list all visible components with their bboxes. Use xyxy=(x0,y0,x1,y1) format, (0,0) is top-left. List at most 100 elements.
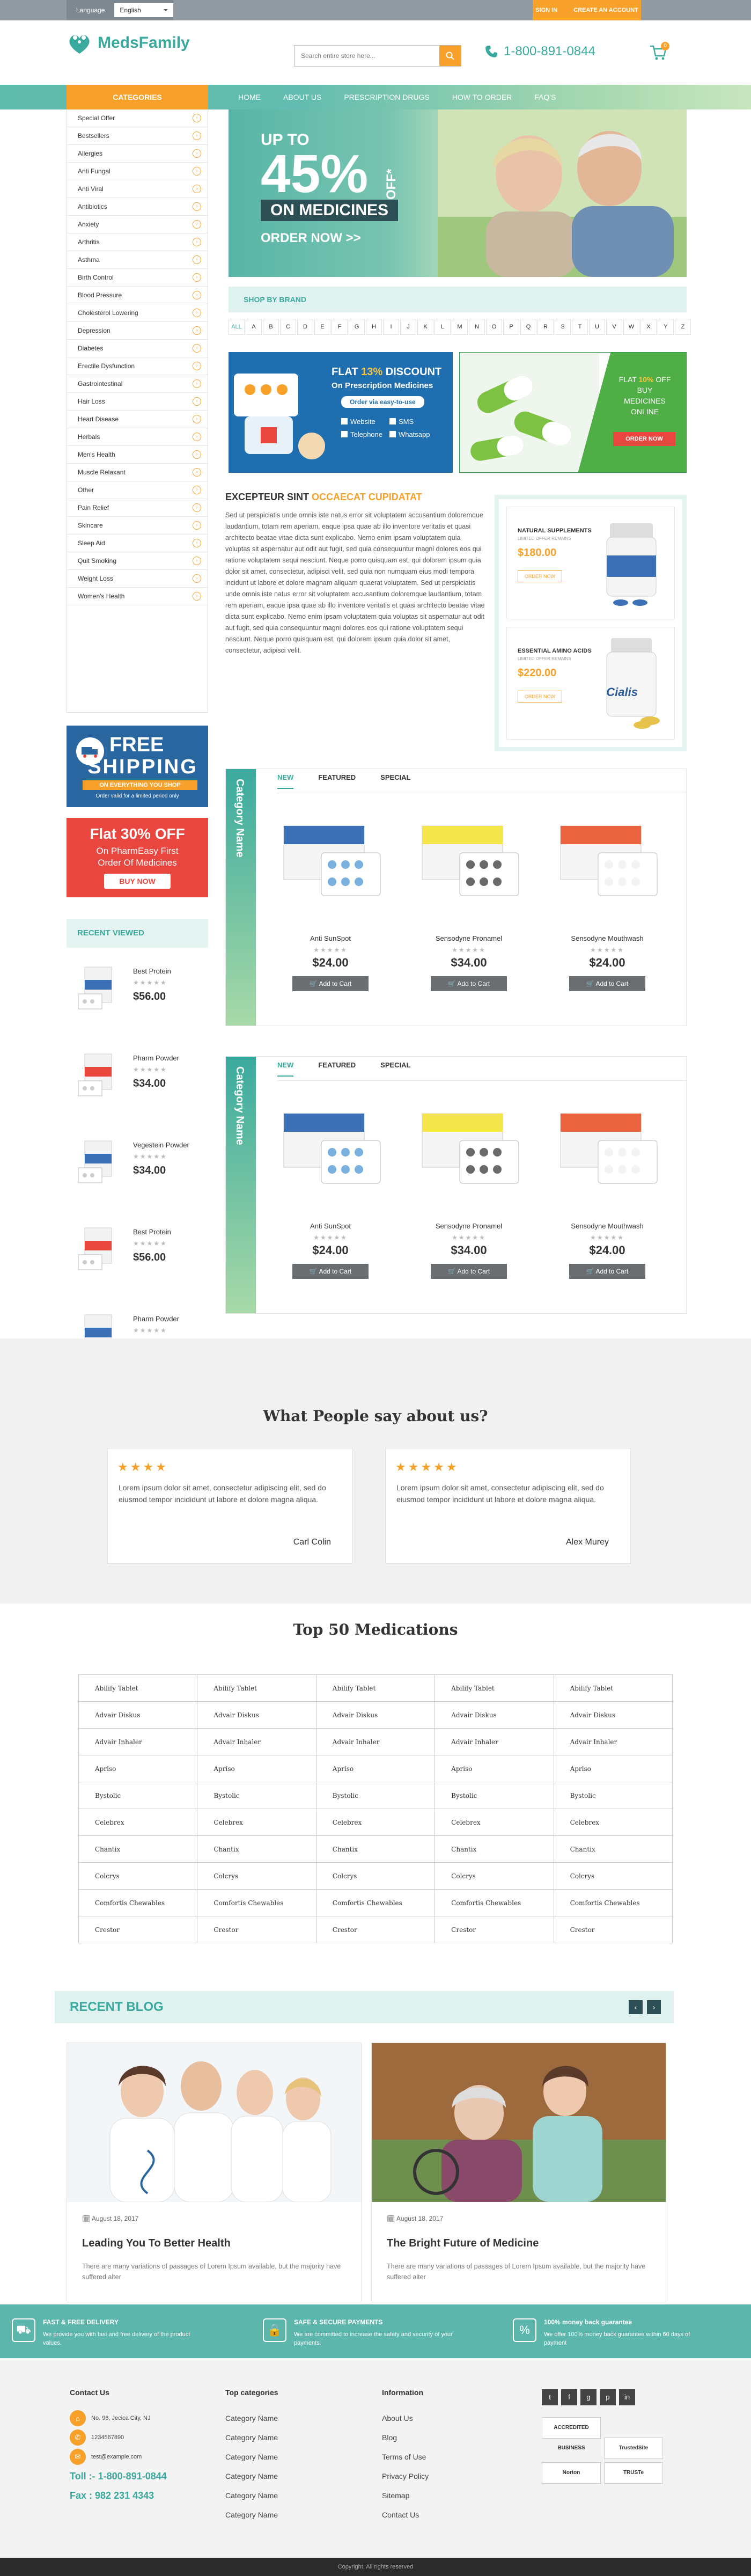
product-card[interactable]: Sensodyne Pronamel ★★★★★ $34.00 🛒 Add to Ca… xyxy=(411,815,526,1019)
category-tab[interactable]: FEATURED xyxy=(318,1061,356,1077)
medication-cell[interactable]: Chantix xyxy=(315,1835,436,1863)
brand-letter[interactable]: O xyxy=(486,319,502,335)
footer-category-link[interactable]: Category Name xyxy=(225,2486,278,2505)
sidebar-item[interactable]: Blood Pressure › xyxy=(67,287,208,304)
medication-cell[interactable]: Advair Diskus xyxy=(78,1701,198,1729)
product-card[interactable]: Sensodyne Pronamel ★★★★★ $34.00 🛒 Add to Ca… xyxy=(411,1103,526,1307)
flat13-banner[interactable]: FLAT 13% DISCOUNT On Prescription Medici… xyxy=(229,352,453,473)
sidebar-item[interactable]: Muscle Relaxant › xyxy=(67,464,208,481)
brand-letter[interactable]: Y xyxy=(658,319,674,335)
brand-letter[interactable]: V xyxy=(606,319,622,335)
medication-cell[interactable]: Chantix xyxy=(78,1835,198,1863)
sidebar-item[interactable]: Women's Health › xyxy=(67,588,208,605)
medication-cell[interactable]: Advair Inhaler xyxy=(315,1728,436,1755)
footer-category-link[interactable]: Category Name xyxy=(225,2467,278,2486)
medication-cell[interactable]: Celebrex xyxy=(315,1809,436,1836)
brand-letter[interactable]: K xyxy=(417,319,433,335)
brand-letter[interactable]: M xyxy=(452,319,468,335)
medication-cell[interactable]: Apriso xyxy=(315,1755,436,1782)
medication-cell[interactable]: Abilify Tablet xyxy=(78,1674,198,1702)
accredited-badge[interactable]: ACCREDITED BUSINESS xyxy=(542,2417,601,2451)
brand-letter[interactable]: N xyxy=(469,319,485,335)
recent-item[interactable]: Best Protein ★★★★★ $56.00 xyxy=(67,956,208,1026)
product-card[interactable]: Sensodyne Mouthwash ★★★★★ $24.00 🛒 Add to C… xyxy=(550,1103,665,1307)
medication-cell[interactable]: Comfortis Chewables xyxy=(197,1889,316,1916)
sidebar-item[interactable]: Diabetes › xyxy=(67,340,208,357)
medication-cell[interactable]: Comfortis Chewables xyxy=(315,1889,436,1916)
flat30-buy-button[interactable]: BUY NOW xyxy=(104,874,171,889)
brand-letter[interactable]: B xyxy=(263,319,279,335)
footer-category-link[interactable]: Category Name xyxy=(225,2447,278,2467)
sidebar-item[interactable]: Allergies › xyxy=(67,145,208,163)
medication-cell[interactable]: Chantix xyxy=(553,1835,673,1863)
medication-cell[interactable]: Comfortis Chewables xyxy=(78,1889,198,1916)
flat10-order-button[interactable]: ORDER NOW xyxy=(613,432,675,446)
site-logo[interactable]: MedsFamily xyxy=(67,31,190,55)
medication-cell[interactable]: Colcrys xyxy=(315,1862,436,1890)
medication-cell[interactable]: Apriso xyxy=(78,1755,198,1782)
product-card[interactable]: Anti SunSpot ★★★★★ $24.00 🛒 Add to Cart xyxy=(273,1103,388,1307)
nav-prescription-drugs[interactable]: PRESCRIPTION DRUGS xyxy=(344,93,429,101)
featured-order-button[interactable]: ORDER NOW xyxy=(518,570,562,582)
medication-cell[interactable]: Bystolic xyxy=(315,1782,436,1809)
medication-cell[interactable]: Abilify Tablet xyxy=(435,1674,554,1702)
categories-header[interactable]: CATEGORIES xyxy=(67,85,208,109)
facebook-icon[interactable]: f xyxy=(561,2389,577,2405)
linkedin-icon[interactable]: in xyxy=(619,2389,635,2405)
next-arrow-icon[interactable]: › xyxy=(647,2000,661,2014)
medication-cell[interactable]: Chantix xyxy=(435,1835,554,1863)
sidebar-item[interactable]: Quit Smoking › xyxy=(67,552,208,570)
sidebar-item[interactable]: Bestsellers › xyxy=(67,127,208,145)
sidebar-item[interactable]: Hair Loss › xyxy=(67,393,208,411)
nav-how-to-order[interactable]: HOW TO ORDER xyxy=(452,93,512,101)
flat10-banner[interactable]: FLAT 10% OFF BUY MEDICINES ONLINE ORDER … xyxy=(459,352,687,473)
medication-cell[interactable]: Apriso xyxy=(553,1755,673,1782)
brand-letter[interactable]: H xyxy=(366,319,382,335)
brand-letter[interactable]: Z xyxy=(675,319,691,335)
medication-cell[interactable]: Bystolic xyxy=(435,1782,554,1809)
brand-letter[interactable]: T xyxy=(572,319,588,335)
sidebar-item[interactable]: Men's Health › xyxy=(67,446,208,464)
medication-cell[interactable]: Advair Inhaler xyxy=(553,1728,673,1755)
twitter-icon[interactable]: t xyxy=(542,2389,558,2405)
hero-order-now[interactable]: ORDER NOW >> xyxy=(261,231,361,246)
recent-item[interactable]: Vegestein Powder ★★★★★ $34.00 xyxy=(67,1130,208,1200)
truste-badge[interactable]: TRUSTe xyxy=(604,2462,663,2484)
footer-info-link[interactable]: Blog xyxy=(382,2428,429,2447)
brand-letter[interactable]: G xyxy=(349,319,365,335)
brand-letter[interactable]: W xyxy=(623,319,639,335)
medication-cell[interactable]: Celebrex xyxy=(197,1809,316,1836)
footer-info-link[interactable]: Contact Us xyxy=(382,2505,429,2524)
featured-order-button[interactable]: ORDER NOW xyxy=(518,691,562,702)
blog-title[interactable]: The Bright Future of Medicine xyxy=(387,2237,539,2250)
trustedsite-badge[interactable]: TrustedSite xyxy=(604,2438,663,2459)
language-selector[interactable]: Language English xyxy=(67,0,174,20)
sidebar-item[interactable]: Skincare › xyxy=(67,517,208,535)
medication-cell[interactable]: Comfortis Chewables xyxy=(435,1889,554,1916)
footer-info-link[interactable]: Sitemap xyxy=(382,2486,429,2505)
sidebar-item[interactable]: Heart Disease › xyxy=(67,411,208,428)
sidebar-item[interactable]: Sleep Aid › xyxy=(67,535,208,552)
sidebar-item[interactable]: Cholesterol Lowering › xyxy=(67,304,208,322)
medication-cell[interactable]: Advair Inhaler xyxy=(78,1728,198,1755)
brand-letter[interactable]: D xyxy=(297,319,313,335)
brand-letter[interactable]: P xyxy=(503,319,519,335)
medication-cell[interactable]: Apriso xyxy=(197,1755,316,1782)
medication-cell[interactable]: Comfortis Chewables xyxy=(553,1889,673,1916)
medication-cell[interactable]: Bystolic xyxy=(197,1782,316,1809)
brand-letter[interactable]: S xyxy=(555,319,571,335)
free-shipping-banner[interactable]: FREE SHIPPING ON EVERYTHING YOU SHOP Ord… xyxy=(67,726,208,807)
brand-letter[interactable]: I xyxy=(383,319,399,335)
sidebar-item[interactable]: Special Offer › xyxy=(67,109,208,127)
footer-info-link[interactable]: About Us xyxy=(382,2409,429,2428)
add-to-cart-button[interactable]: 🛒 Add to Cart xyxy=(431,976,507,991)
blog-title[interactable]: Leading You To Better Health xyxy=(82,2237,231,2250)
medication-cell[interactable]: Crestor xyxy=(435,1916,554,1943)
sidebar-item[interactable]: Herbals › xyxy=(67,428,208,446)
medication-cell[interactable]: Abilify Tablet xyxy=(315,1674,436,1702)
category-tab[interactable]: NEW xyxy=(277,773,294,789)
footer-category-link[interactable]: Category Name xyxy=(225,2505,278,2524)
medication-cell[interactable]: Chantix xyxy=(197,1835,316,1863)
medication-cell[interactable]: Advair Diskus xyxy=(435,1701,554,1729)
sidebar-item[interactable]: Anxiety › xyxy=(67,216,208,233)
